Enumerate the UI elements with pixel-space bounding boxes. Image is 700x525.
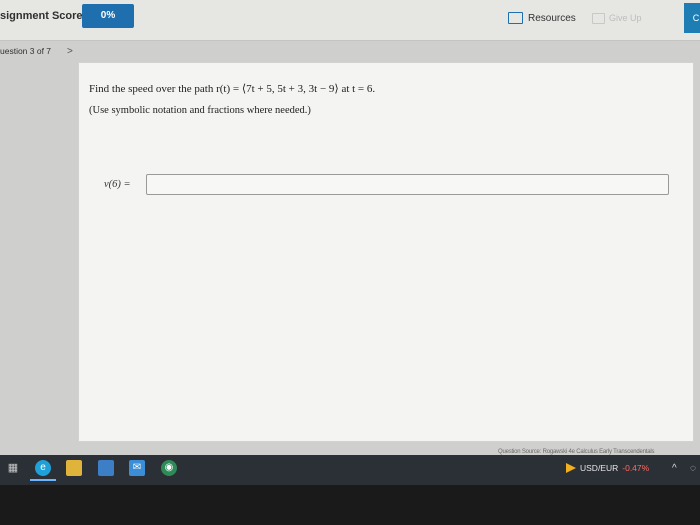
resources-label: Resources [528,12,576,24]
question-panel: Find the speed over the path r(t) = ⟨7t … [78,62,694,442]
tray-overflow-chevron-icon[interactable]: ^ [672,463,677,474]
question-nav: uestion 3 of 7 > [0,42,73,60]
mail-icon[interactable]: ✉ [129,460,145,476]
ticker-label: USD/EUR [580,463,619,473]
assignment-score-label: signment Score: [0,10,87,22]
taskbar: ▦ e ✉ ◉ USD/EUR -0.47% ^ ◌ [0,455,700,485]
chrome-icon[interactable]: ◉ [161,460,177,476]
give-up-label: Give Up [609,13,642,23]
next-question-chevron-icon[interactable]: > [67,46,73,57]
give-up-icon [592,12,605,24]
store-icon[interactable] [98,460,114,476]
resources-button[interactable]: Resources [508,6,583,30]
score-badge: 0% [82,4,134,28]
screen-bezel [0,485,700,525]
resources-icon [508,12,523,24]
answer-input[interactable] [146,174,669,195]
ticker-arrow-icon [566,463,576,473]
question-note: (Use symbolic notation and fractions whe… [89,105,311,116]
answer-label: v(6) = [104,179,131,190]
file-explorer-icon[interactable] [66,460,82,476]
check-answer-button[interactable]: C [684,3,700,33]
active-app-indicator [30,479,56,481]
edge-icon[interactable]: e [35,460,51,476]
give-up-button[interactable]: Give Up [592,6,678,30]
question-prompt: Find the speed over the path r(t) = ⟨7t … [89,83,376,95]
currency-ticker[interactable]: USD/EUR -0.47% [566,463,649,473]
task-view-icon[interactable]: ▦ [5,460,21,476]
ticker-change: -0.47% [622,463,650,473]
assignment-header: signment Score: 0% Resources Give Up C [0,0,700,41]
network-icon[interactable]: ◌ [690,463,696,474]
question-counter: uestion 3 of 7 [0,46,52,56]
